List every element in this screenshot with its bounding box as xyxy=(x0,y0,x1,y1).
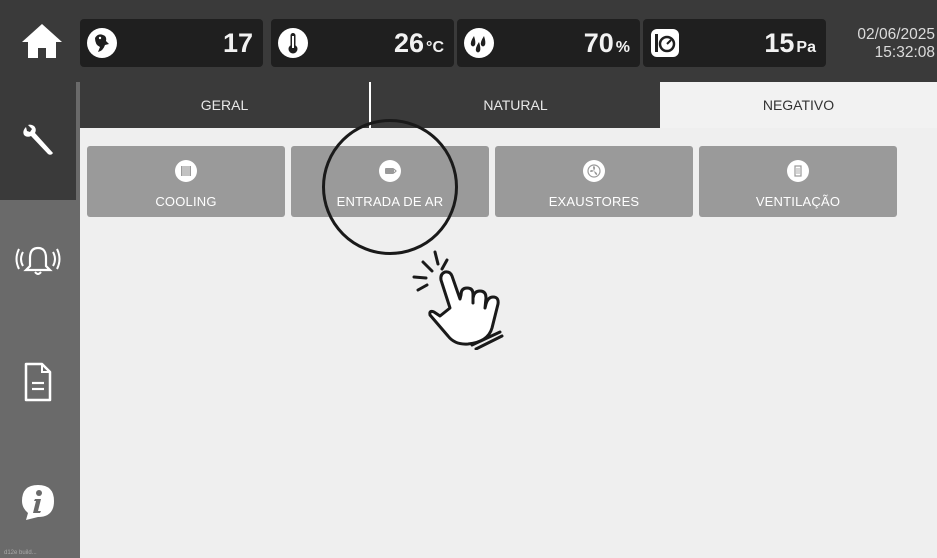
tab-geral[interactable]: GERAL xyxy=(80,82,371,128)
ventilation-icon xyxy=(787,160,809,182)
pressure-display: 15 Pa xyxy=(643,19,826,67)
top-bar: 17 26 °C 70% 15 Pa 02/06/2025 15:32:08 xyxy=(0,0,937,82)
home-button[interactable] xyxy=(12,16,72,66)
sidebar-item-alarms[interactable] xyxy=(0,210,76,310)
pressure-gauge-icon xyxy=(647,25,683,61)
cooling-pad-icon xyxy=(175,160,197,182)
sidebar-item-reports[interactable] xyxy=(0,332,76,432)
bird-count-display: 17 xyxy=(80,19,263,67)
cooling-button[interactable]: COOLING xyxy=(87,146,285,217)
exhaust-fans-label: EXAUSTORES xyxy=(548,194,640,209)
sidebar-item-info[interactable] xyxy=(0,452,76,552)
time-text: 15:32:08 xyxy=(874,44,935,61)
humidity-value: 70 xyxy=(583,28,614,58)
sidebar-item-settings[interactable] xyxy=(0,82,76,200)
cooling-label: COOLING xyxy=(155,194,217,209)
bird-icon xyxy=(84,25,120,61)
wrench-icon xyxy=(23,124,53,155)
thermometer-icon xyxy=(275,25,311,61)
info-icon xyxy=(22,485,54,520)
humidity-display: 70% xyxy=(457,19,640,67)
version-label: d12e build... xyxy=(4,550,37,556)
sidebar: d12e build... xyxy=(0,82,80,558)
temperature-display: 26 °C xyxy=(271,19,454,67)
temperature-value: 26 xyxy=(394,28,425,58)
air-inlet-icon xyxy=(379,160,401,182)
fan-icon xyxy=(583,160,605,182)
bell-icon xyxy=(15,246,61,275)
document-icon xyxy=(24,362,52,402)
humidity-unit: % xyxy=(615,39,630,56)
bird-count-value: 17 xyxy=(222,28,253,58)
tap-hand-icon xyxy=(412,250,504,350)
humidity-drops-icon xyxy=(461,25,497,61)
tab-natural[interactable]: NATURAL xyxy=(371,82,660,128)
date-text: 02/06/2025 xyxy=(857,26,935,43)
temperature-unit: °C xyxy=(426,39,444,56)
air-inlet-label: ENTRADA DE AR xyxy=(336,194,444,209)
exhaust-fans-button[interactable]: EXAUSTORES xyxy=(495,146,693,217)
ventilation-button[interactable]: VENTILAÇÃO xyxy=(699,146,897,217)
home-icon xyxy=(22,24,62,58)
tab-bar: GERAL NATURAL NEGATIVO xyxy=(80,82,937,128)
air-inlet-button[interactable]: ENTRADA DE AR xyxy=(291,146,489,217)
ventilation-label: VENTILAÇÃO xyxy=(755,194,841,209)
datetime-display: 02/06/2025 15:32:08 xyxy=(857,26,935,62)
pressure-unit: Pa xyxy=(796,39,816,56)
pressure-value: 15 xyxy=(764,28,795,58)
tab-negativo[interactable]: NEGATIVO xyxy=(660,82,937,128)
